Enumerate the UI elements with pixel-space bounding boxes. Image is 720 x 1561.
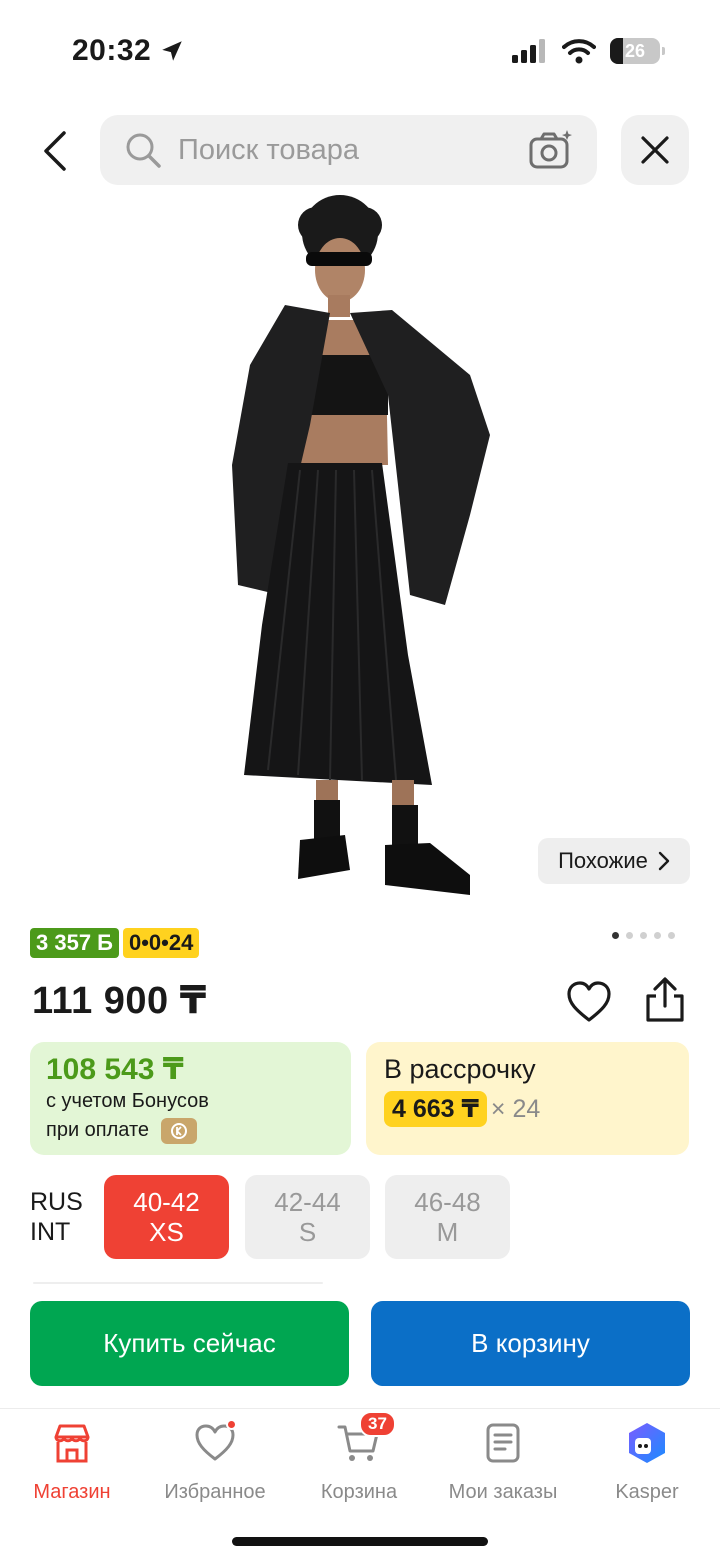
tab-shop[interactable]: Магазин <box>0 1421 144 1504</box>
shop-icon <box>54 1424 90 1463</box>
status-icons: 26 <box>512 38 665 64</box>
heart-icon[interactable] <box>566 980 612 1024</box>
tab-orders[interactable]: Мои заказы <box>431 1421 575 1504</box>
size-option-xs[interactable]: 40-42 XS <box>104 1175 229 1259</box>
similar-products-button[interactable]: Похожие <box>538 838 690 884</box>
tab-favorites[interactable]: Избранное <box>143 1419 287 1504</box>
close-icon <box>641 136 669 164</box>
gallery-dot <box>654 932 661 939</box>
search-icon <box>126 133 161 168</box>
installment-months: × 24 <box>490 1094 541 1123</box>
gallery-dot <box>640 932 647 939</box>
scroll-indicator <box>33 1282 323 1284</box>
buy-now-button[interactable]: Купить сейчас <box>30 1301 349 1386</box>
share-icon[interactable] <box>642 976 688 1024</box>
kasper-icon <box>629 1423 665 1463</box>
size-option-s[interactable]: 42-44 S <box>245 1175 370 1259</box>
back-button[interactable] <box>30 123 80 179</box>
clock: 20:32 <box>72 34 152 67</box>
tab-label: Мои заказы <box>448 1481 558 1503</box>
installment-badge: 0•0•24 <box>122 928 200 958</box>
search-bar[interactable] <box>100 115 597 185</box>
tab-label: Избранное <box>164 1481 266 1503</box>
product-badges: 3 357 Б 0•0•24 <box>30 928 200 958</box>
installment-card[interactable]: В рассрочку 4 663 ₸ × 24 <box>366 1042 689 1155</box>
tab-label: Kasper <box>615 1481 679 1503</box>
bonus-note-line2: при оплате <box>46 1119 150 1141</box>
installment-title: В рассрочку <box>384 1054 536 1084</box>
add-to-cart-button[interactable]: В корзину <box>371 1301 690 1386</box>
battery-icon: 26 <box>610 38 665 64</box>
bonus-note-line1: с учетом Бонусов <box>46 1090 209 1112</box>
size-rus: 46-48 <box>414 1187 481 1217</box>
tab-cart[interactable]: 37 Корзина <box>287 1411 431 1504</box>
similar-label: Похожие <box>558 848 648 873</box>
installment-row: 4 663 ₸ × 24 <box>384 1091 671 1127</box>
wifi-icon <box>562 39 596 64</box>
product-image[interactable] <box>0 195 720 910</box>
home-indicator <box>232 1537 488 1546</box>
gallery-dot <box>668 932 675 939</box>
size-int: M <box>436 1217 459 1247</box>
gallery-pagination <box>612 932 675 939</box>
gallery-dot <box>626 932 633 939</box>
kaspi-gold-icon <box>160 1117 197 1144</box>
gallery-dot <box>612 932 619 939</box>
search-input[interactable] <box>178 133 508 167</box>
camera-search-icon[interactable] <box>529 129 573 171</box>
product-price: 111 900 ₸ <box>32 980 207 1022</box>
tab-label: Корзина <box>320 1481 398 1503</box>
chevron-right-icon <box>658 851 670 871</box>
heart-icon-wrap <box>193 1419 237 1465</box>
size-system-label: RUS INT <box>30 1187 83 1247</box>
installment-amount: 4 663 ₸ <box>384 1091 487 1127</box>
chevron-left-icon <box>44 131 66 171</box>
size-int: S <box>298 1217 317 1247</box>
battery-level: 26 <box>624 40 646 61</box>
status-time: 20:32 <box>72 34 185 68</box>
tab-label: Магазин <box>33 1481 111 1503</box>
size-rus: 42-44 <box>274 1187 341 1217</box>
size-int: XS <box>149 1217 184 1247</box>
close-button[interactable] <box>621 115 689 185</box>
status-bar: 20:32 26 <box>0 0 720 100</box>
size-option-m[interactable]: 46-48 M <box>385 1175 510 1259</box>
bonus-badge: 3 357 Б <box>30 928 119 958</box>
orders-icon <box>486 1423 520 1463</box>
cart-icon-wrap: 37 <box>337 1411 396 1465</box>
favorites-notification-dot <box>226 1419 237 1430</box>
cellular-signal-icon <box>512 39 545 63</box>
bonus-note-line2-wrap: при оплате <box>46 1116 335 1145</box>
size-rus: 40-42 <box>133 1187 200 1217</box>
cart-count-badge: 37 <box>359 1411 396 1437</box>
search-header <box>0 115 720 187</box>
location-arrow-icon <box>162 41 182 61</box>
bonus-price: 108 543 ₸ <box>46 1053 184 1086</box>
tab-kasper[interactable]: Kasper <box>575 1421 719 1504</box>
size-label-int: INT <box>30 1218 71 1246</box>
bonus-price-card[interactable]: 108 543 ₸ с учетом Бонусов при оплате <box>30 1042 351 1155</box>
size-label-rus: RUS <box>30 1188 83 1216</box>
